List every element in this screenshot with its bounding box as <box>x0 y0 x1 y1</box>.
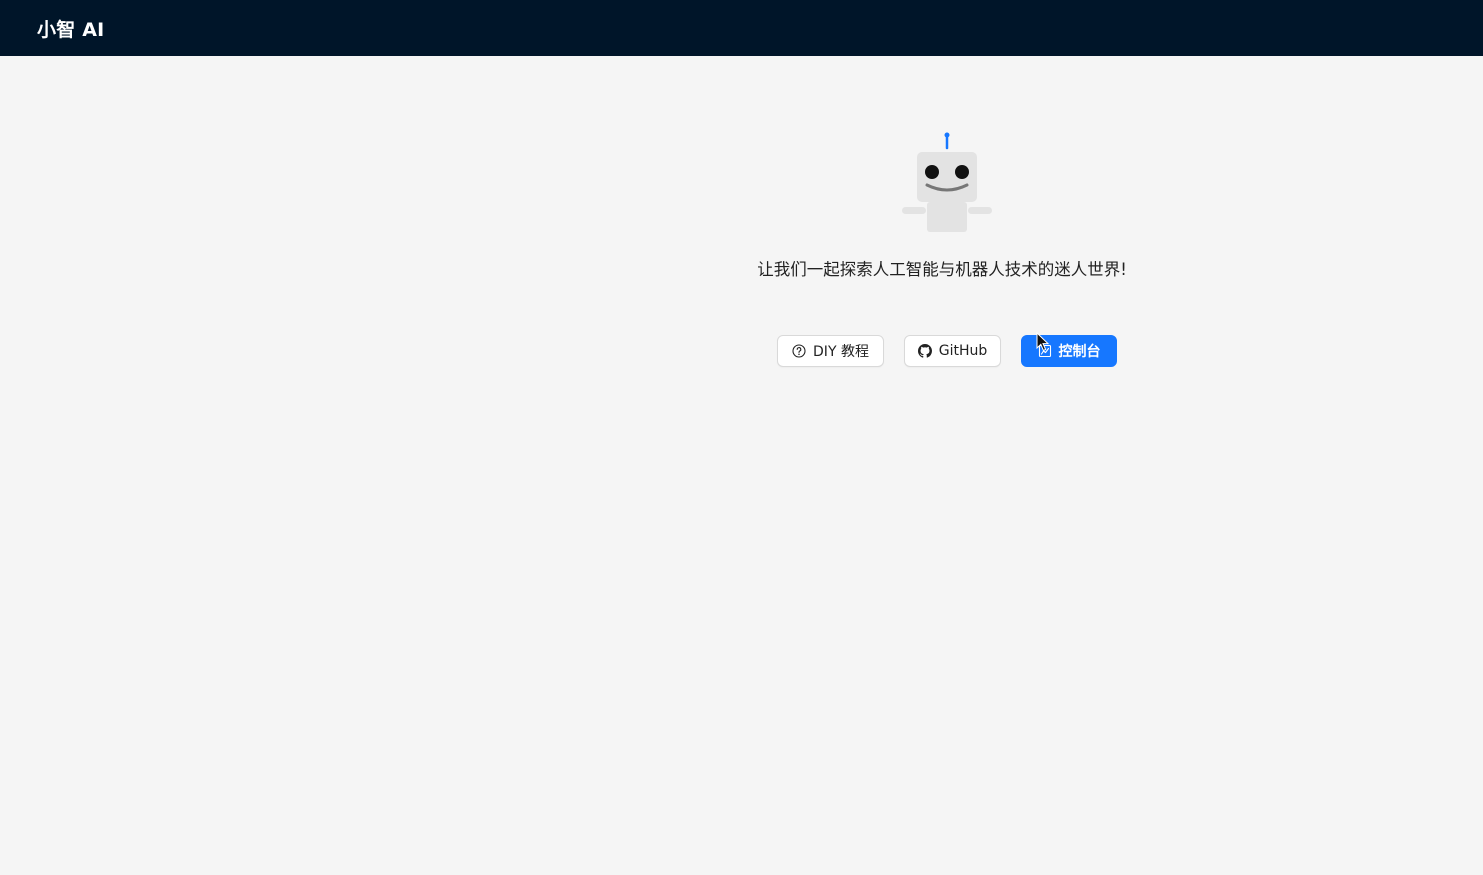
app-title: 小智 AI <box>37 18 105 41</box>
diy-tutorial-button[interactable]: DIY 教程 <box>777 335 884 367</box>
top-header: 小智 AI <box>0 0 1483 56</box>
diy-tutorial-label: DIY 教程 <box>813 344 869 360</box>
main-content: 让我们一起探索人工智能与机器人技术的迷人世界! DIY 教程 GitHub 控制… <box>0 56 1483 875</box>
console-button[interactable]: 控制台 <box>1021 335 1117 367</box>
console-label: 控制台 <box>1058 344 1101 360</box>
github-label: GitHub <box>938 343 988 359</box>
hero-tagline: 让我们一起探索人工智能与机器人技术的迷人世界! <box>757 260 1127 279</box>
github-button[interactable]: GitHub <box>904 335 1001 367</box>
dashboard-icon <box>1038 344 1052 358</box>
github-icon <box>917 344 932 358</box>
question-circle-icon <box>792 344 806 358</box>
robot-illustration-icon <box>902 132 992 232</box>
